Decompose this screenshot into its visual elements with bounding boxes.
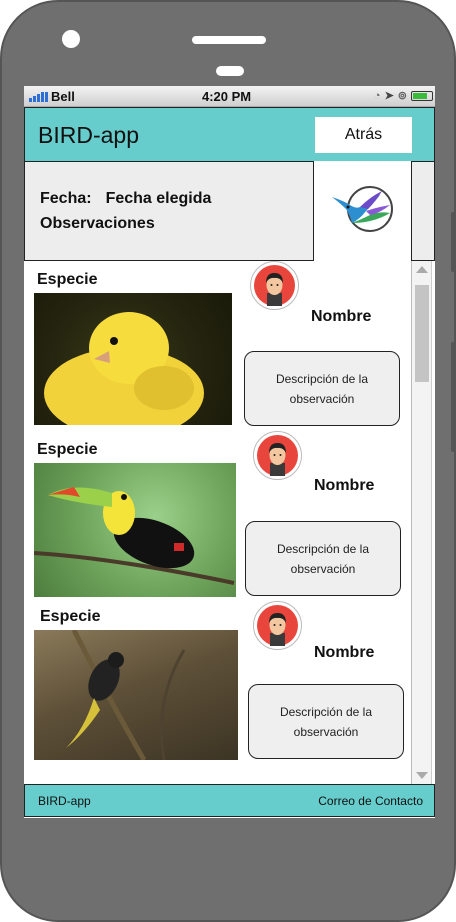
observer-name: Nombre [314, 477, 375, 494]
avatar [253, 431, 302, 480]
scroll-up-icon[interactable] [416, 266, 428, 273]
yellow-canary-photo [34, 293, 232, 425]
toucan-photo [34, 463, 236, 597]
power-button [451, 342, 456, 452]
observation-card: Especie Nombre Descripción de la observa… [24, 261, 411, 431]
species-label: Especie [40, 608, 101, 625]
observation-list[interactable]: Especie Nombre Descripción de la observa… [24, 261, 411, 784]
scroll-down-icon[interactable] [416, 772, 428, 779]
species-label: Especie [37, 441, 98, 458]
dark-bird-on-branch-photo [34, 630, 238, 760]
avatar [250, 261, 299, 310]
observation-card: Especie Nombre Descripción de la observa… [24, 431, 411, 601]
date-label: Fecha: [40, 190, 92, 207]
alarm-icon: ◔ [373, 89, 381, 102]
app-title: BIRD-app [38, 122, 139, 148]
user-avatar-icon [257, 605, 298, 646]
hummingbird-logo-icon [332, 186, 393, 232]
observation-description: Descripción de la observación [244, 351, 400, 426]
volume-button [451, 212, 456, 272]
observation-description: Descripción de la observación [245, 521, 401, 596]
observer-name: Nombre [311, 308, 372, 325]
observation-description: Descripción de la observación [248, 684, 404, 759]
rotation-lock-icon: ⊚ [397, 90, 407, 102]
app-header: BIRD-app Atrás [24, 107, 435, 162]
carrier-label: Bell [51, 89, 75, 104]
avatar [253, 601, 302, 650]
location-arrow-icon: ➤ [384, 90, 394, 102]
observations-heading: Observaciones [40, 215, 155, 232]
date-value: Fecha elegida [105, 190, 212, 207]
user-avatar-icon [254, 265, 295, 306]
status-time: 4:20 PM [202, 89, 252, 104]
phone-screen: Bell 4:20 PM ◔ ➤ ⊚ BIRD-app Atrás Fecha:… [24, 86, 435, 818]
scrollbar[interactable] [411, 261, 432, 784]
user-avatar-icon [257, 435, 298, 476]
species-label: Especie [37, 271, 98, 288]
back-button[interactable]: Atrás [315, 117, 412, 153]
observation-card: Especie Nombre Descripción de la observa… [24, 601, 411, 784]
contact-email-link[interactable]: Correo de Contacto [318, 794, 423, 808]
observation-info-panel: Fecha: Fecha elegida Observaciones [24, 161, 435, 261]
proximity-sensor [216, 66, 244, 76]
app-footer: BIRD-app Correo de Contacto [24, 784, 435, 817]
front-camera [62, 30, 80, 48]
scroll-thumb[interactable] [415, 285, 429, 382]
footer-app-name: BIRD-app [38, 794, 91, 808]
earpiece-speaker [192, 36, 266, 44]
phone-frame: Bell 4:20 PM ◔ ➤ ⊚ BIRD-app Atrás Fecha:… [0, 0, 456, 922]
battery-icon [411, 90, 433, 101]
status-bar: Bell 4:20 PM ◔ ➤ ⊚ [24, 86, 435, 107]
signal-icon [29, 92, 48, 102]
app-logo [313, 161, 412, 261]
observer-name: Nombre [314, 644, 375, 661]
